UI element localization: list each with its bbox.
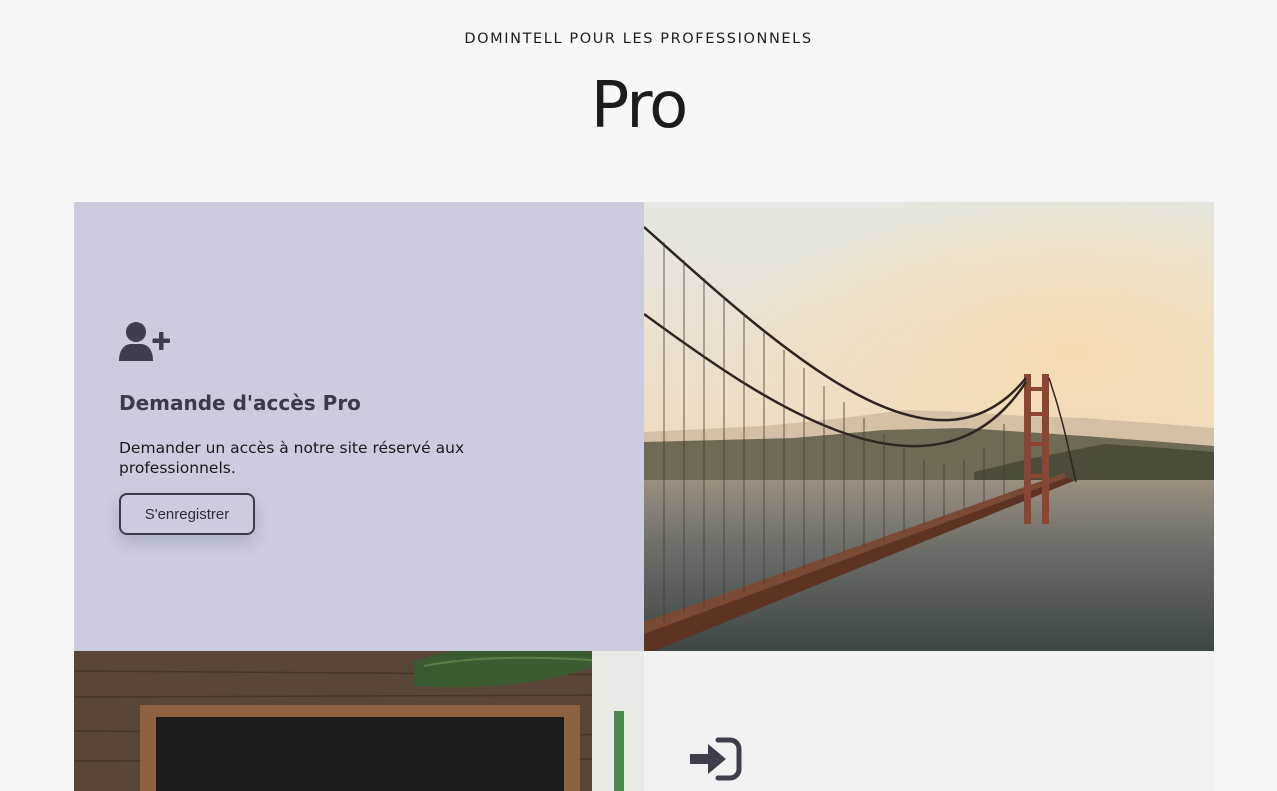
register-button[interactable]: S'enregistrer [119, 493, 255, 535]
register-card-description: Demander un accès à notre site réservé a… [119, 439, 465, 477]
sign-in-icon [690, 737, 742, 781]
page-eyebrow: DOMINTELL POUR LES PROFESSIONNELS [464, 31, 813, 47]
page-title: Pro [590, 69, 689, 143]
golden-gate-bridge-photo [644, 202, 1214, 651]
letter-board-photo [74, 651, 644, 791]
register-card-title: Demande d'accès Pro [119, 391, 361, 415]
user-plus-icon [119, 321, 171, 363]
register-card: Demande d'accès Pro Demander un accès à … [74, 202, 644, 651]
login-card [644, 651, 1214, 791]
